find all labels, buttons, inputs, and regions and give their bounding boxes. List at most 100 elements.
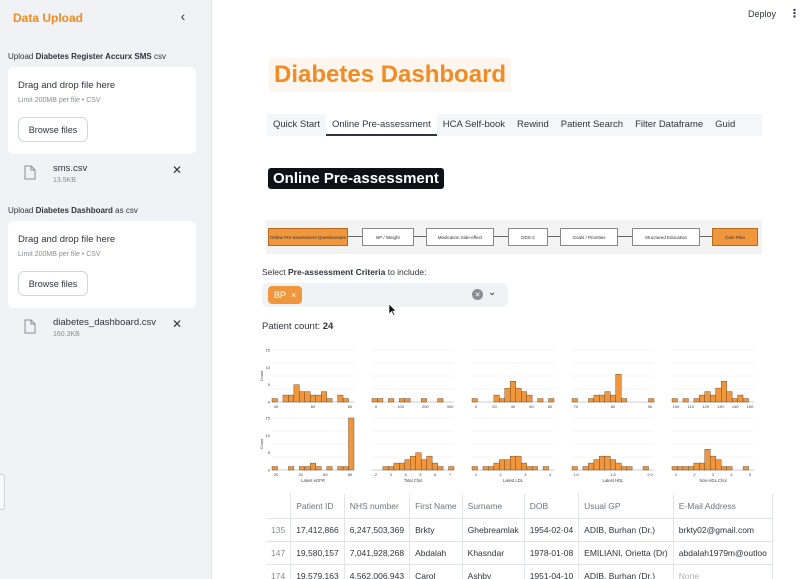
- table-header-row: Patient ID NHS number First Name Surname…: [266, 494, 773, 519]
- x-tick-label: 0: [375, 404, 378, 409]
- histogram-bar: [615, 462, 622, 471]
- histogram-bar: [437, 466, 444, 471]
- dob-cell[interactable]: 1954-02-04: [524, 518, 580, 542]
- usual-gp-cell[interactable]: ADIB, Burhan (Dr.): [578, 564, 674, 579]
- sidebar-resize-handle[interactable]: [0, 474, 5, 510]
- browse-files-button[interactable]: Browse files: [18, 271, 88, 296]
- x-tick-label: 100: [397, 404, 404, 409]
- histogram-bar: [515, 387, 522, 403]
- uploader-label-sms: Upload Diabetes Register Accurx SMS csv: [8, 52, 167, 61]
- histogram-bar: [531, 466, 538, 471]
- nhs-number-cell[interactable]: 6,247,503,369: [344, 518, 411, 542]
- y-tick-label: 0: [268, 468, 271, 473]
- histogram-panel: 20 40 60 80 0 5 10 15 Count Latest eGFR: [260, 416, 355, 483]
- patient-id-cell[interactable]: 17,412,866: [290, 518, 345, 542]
- email-cell[interactable]: brkty02@gmail.com: [673, 518, 773, 542]
- histogram-bar: [571, 398, 578, 403]
- column-header[interactable]: Usual GP: [578, 494, 674, 519]
- patient-table[interactable]: Patient ID NHS number First Name Surname…: [266, 494, 773, 579]
- histogram-bar: [542, 466, 549, 471]
- criteria-multiselect[interactable]: BP × ✕ ⌄: [262, 283, 508, 307]
- nhs-number-cell[interactable]: 4,562,006,943: [344, 564, 411, 579]
- main-menu-icon[interactable]: ⋮: [789, 7, 800, 20]
- file-icon: [24, 165, 36, 180]
- tab-online-pre-assessment[interactable]: Online Pre-assessment: [326, 114, 437, 136]
- x-axis-label: Non-HDL Chol: [699, 478, 726, 483]
- dropzone-sms[interactable]: Drag and drop file here Limit 200MB per …: [8, 67, 196, 154]
- patient-id-cell[interactable]: 19,579,163: [290, 564, 345, 579]
- x-axis-label: Latest eGFR: [301, 478, 325, 483]
- x-tick-label: 2: [693, 472, 696, 477]
- column-header[interactable]: Patient ID: [290, 494, 345, 519]
- tab-patient-search[interactable]: Patient Search: [555, 114, 629, 136]
- histogram-bar: [704, 391, 711, 403]
- column-header[interactable]: E-Mail Address: [673, 494, 773, 519]
- x-tick-label: 200: [422, 404, 429, 409]
- histogram-bar: [610, 394, 616, 403]
- surname-cell[interactable]: Khasndar: [462, 541, 525, 565]
- histogram-bar: [499, 459, 505, 471]
- histogram-bar: [521, 391, 527, 403]
- histogram-bar: [599, 394, 606, 403]
- tab-hca-self-book[interactable]: HCA Self-book: [437, 114, 511, 136]
- histogram-bar: [415, 452, 422, 471]
- remove-file-icon[interactable]: ✕: [172, 164, 182, 176]
- dropzone-title: Drag and drop file here: [18, 80, 116, 91]
- histogram-bar: [621, 466, 627, 471]
- histogram-panel: 70 80 90: [571, 349, 655, 409]
- x-tick-label: 2.0: [647, 472, 653, 477]
- column-header[interactable]: [266, 494, 292, 519]
- email-cell[interactable]: abdalah1979m@outloo: [673, 541, 773, 565]
- column-header[interactable]: DOB: [524, 494, 580, 519]
- collapse-sidebar-icon[interactable]: ‹: [176, 8, 190, 24]
- tab-filter-dataframe[interactable]: Filter Dataframe: [629, 114, 709, 136]
- email-cell[interactable]: None: [673, 564, 773, 579]
- flow-step: DDS-2: [508, 228, 548, 246]
- nhs-number-cell[interactable]: 7,041,928,268: [344, 541, 411, 565]
- histogram-bar: [321, 391, 327, 403]
- chevron-down-icon[interactable]: ⌄: [488, 287, 496, 298]
- tab-rewind[interactable]: Rewind: [511, 114, 555, 136]
- surname-cell[interactable]: Ashby: [462, 564, 525, 579]
- y-axis-label: Count: [260, 370, 264, 382]
- deploy-button[interactable]: Deploy: [748, 9, 776, 19]
- table-row[interactable]: 147 19,580,157 7,041,928,268 Abdalah Kha…: [266, 541, 773, 565]
- histogram-bar: [626, 466, 633, 471]
- histogram-bar: [315, 466, 322, 471]
- tab-guide[interactable]: Guid: [709, 114, 741, 136]
- dropzone-dashboard[interactable]: Drag and drop file here Limit 200MB per …: [8, 221, 196, 308]
- histogram-bar: [621, 398, 627, 403]
- uploaded-file-dashboard: diabetes_dashboard.csv 160.3KB ✕: [24, 317, 194, 343]
- column-header[interactable]: Surname: [462, 494, 525, 519]
- remove-chip-icon[interactable]: ×: [291, 290, 296, 300]
- x-tick-label: 40: [274, 404, 279, 409]
- browse-files-button[interactable]: Browse files: [18, 117, 88, 142]
- usual-gp-cell[interactable]: EMILIANI, Orietta (Dr): [578, 541, 674, 565]
- histogram-bar: [337, 466, 344, 471]
- remove-file-icon[interactable]: ✕: [172, 318, 182, 330]
- x-tick-label: 0: [475, 404, 478, 409]
- histogram-bar: [521, 462, 527, 471]
- column-header[interactable]: First Name: [409, 494, 463, 519]
- histogram-bar: [304, 391, 311, 403]
- first-name-cell[interactable]: Brkty: [409, 518, 463, 542]
- usual-gp-cell[interactable]: ADIB, Burhan (Dr.): [578, 518, 674, 542]
- dob-cell[interactable]: 1951-04-10: [524, 564, 580, 579]
- criteria-chip-bp[interactable]: BP ×: [268, 286, 303, 304]
- x-tick-label: 1: [475, 472, 478, 477]
- pathway-flowchart: Online Pre-assessment Questionnaire BP /…: [266, 220, 762, 254]
- histogram-bar: [482, 466, 489, 471]
- surname-cell[interactable]: Ghebreamlak: [462, 518, 525, 542]
- table-row[interactable]: 135 17,412,866 6,247,503,369 Brkty Ghebr…: [266, 518, 773, 542]
- column-header[interactable]: NHS number: [344, 494, 411, 519]
- tab-quick-start[interactable]: Quick Start: [267, 114, 326, 136]
- clear-selection-icon[interactable]: ✕: [472, 289, 483, 300]
- flow-arrow: [494, 236, 508, 237]
- patient-id-cell[interactable]: 19,580,157: [290, 541, 345, 565]
- first-name-cell[interactable]: Carol: [409, 564, 463, 579]
- histogram-bar: [682, 466, 689, 471]
- histogram-bar: [742, 466, 749, 471]
- first-name-cell[interactable]: Abdalah: [409, 541, 463, 565]
- dob-cell[interactable]: 1978-01-08: [524, 541, 580, 565]
- table-row[interactable]: 174 19,579,163 4,562,006,943 Carol Ashby…: [266, 564, 773, 579]
